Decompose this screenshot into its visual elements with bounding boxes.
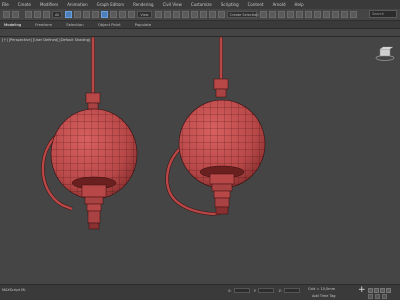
zoom-icon[interactable]	[368, 288, 373, 293]
ribbon-tab-modeling[interactable]: Modeling	[4, 21, 21, 29]
viewport-navigation-controls	[368, 288, 392, 293]
redo-icon[interactable]	[12, 11, 19, 18]
menu-item-rendering[interactable]: Rendering	[133, 0, 153, 9]
main-toolbar: All View Create Selection Set Search	[0, 9, 400, 21]
named-selection-set-dropdown[interactable]: Create Selection Set	[226, 11, 265, 18]
select-rotate-icon[interactable]	[110, 11, 118, 18]
select-by-name-icon[interactable]	[74, 11, 82, 18]
menu-item-graph-editors[interactable]: Graph Editors	[97, 0, 124, 9]
edit-named-selection-icon[interactable]	[217, 11, 225, 18]
select-place-icon[interactable]	[128, 11, 136, 18]
add-time-tag-button[interactable]: Add Time Tag	[312, 294, 336, 298]
ribbon-tab-populate[interactable]: Populate	[135, 21, 152, 29]
link-icon[interactable]	[25, 11, 32, 18]
window-crossing-icon[interactable]	[92, 11, 100, 18]
y-coordinate-field[interactable]	[258, 288, 275, 293]
percent-snap-icon[interactable]	[199, 11, 207, 18]
ribbon-tab-freeform[interactable]: Freeform	[35, 21, 52, 29]
menu-item-scripting[interactable]: Scripting	[221, 0, 239, 9]
go-to-start-icon[interactable]	[368, 294, 373, 299]
menu-item-civil-view[interactable]: Civil View	[163, 0, 182, 9]
angle-snap-icon[interactable]	[190, 11, 198, 18]
search-input[interactable]: Search	[369, 10, 397, 18]
pan-icon[interactable]	[386, 288, 391, 293]
keyboard-shortcut-override-icon[interactable]	[172, 11, 180, 18]
z-coordinate-field[interactable]	[284, 288, 301, 293]
status-bar: MAXScript Mi. X: Y: Z: Grid = 10,0mm Add…	[0, 284, 400, 300]
pivot-center-icon[interactable]	[154, 11, 162, 18]
lamp-model-left[interactable]	[41, 37, 138, 230]
x-label: X:	[228, 288, 232, 293]
material-editor-icon[interactable]	[322, 11, 330, 18]
viewcube-icon[interactable]	[375, 46, 395, 61]
align-icon[interactable]	[268, 11, 276, 18]
select-move-icon[interactable]	[101, 11, 109, 18]
menu-item-arnold[interactable]: Arnold	[273, 0, 286, 9]
reference-coordinate-dropdown[interactable]: View	[137, 11, 152, 18]
render-production-icon[interactable]	[349, 11, 357, 18]
lamp-model-right[interactable]	[165, 37, 266, 216]
maxscript-listener[interactable]: MAXScript Mi.	[2, 288, 26, 292]
menu-item-modifiers[interactable]: Modifiers	[40, 0, 58, 9]
undo-icon[interactable]	[3, 11, 10, 18]
render-setup-icon[interactable]	[331, 11, 339, 18]
scene-render	[41, 37, 395, 230]
play-icon[interactable]	[375, 294, 380, 299]
ribbon-tabs: Modeling Freeform Selection Object Paint Pop…	[0, 21, 400, 29]
add-plus-icon[interactable]: +	[358, 286, 366, 295]
layer-explorer-icon[interactable]	[286, 11, 294, 18]
rendered-frame-window-icon[interactable]	[340, 11, 348, 18]
menu-item-customize[interactable]: Customize	[191, 0, 212, 9]
ribbon-tab-selection[interactable]: Selection	[66, 21, 84, 29]
select-object-icon[interactable]	[65, 11, 73, 18]
orbit-icon[interactable]	[380, 288, 385, 293]
menu-item-animation[interactable]: Animation	[67, 0, 87, 9]
menu-item-file[interactable]: File	[2, 0, 9, 9]
3ds-max-window: File Create Modifiers Animation Graph Editor…	[0, 0, 400, 300]
menu-item-help[interactable]: Help	[295, 0, 304, 9]
bind-space-warp-icon[interactable]	[43, 11, 50, 18]
go-to-end-icon[interactable]	[382, 294, 387, 299]
menu-bar: File Create Modifiers Animation Graph Editor…	[0, 0, 400, 9]
schematic-view-icon[interactable]	[313, 11, 321, 18]
coordinate-display: X: Y: Z:	[228, 288, 304, 293]
y-label: Y:	[253, 288, 257, 293]
perspective-viewport[interactable]: [+] [Perspective] [User Defined] [Defaul…	[0, 36, 400, 284]
ribbon-toggle-icon[interactable]	[295, 11, 303, 18]
rectangular-selection-icon[interactable]	[83, 11, 91, 18]
x-coordinate-field[interactable]	[233, 288, 250, 293]
snaps-toggle-icon[interactable]	[181, 11, 189, 18]
z-label: Z:	[278, 288, 283, 293]
select-manipulate-icon[interactable]	[163, 11, 171, 18]
select-scale-icon[interactable]	[119, 11, 127, 18]
selection-filter-dropdown[interactable]: All	[52, 11, 63, 18]
zoom-all-icon[interactable]	[374, 288, 379, 293]
unlink-icon[interactable]	[34, 11, 41, 18]
grid-size-text: Grid = 10,0mm	[308, 287, 336, 291]
scene-explorer-icon[interactable]	[277, 11, 285, 18]
ribbon-tab-object-paint[interactable]: Object Paint	[98, 21, 121, 29]
curve-editor-icon[interactable]	[304, 11, 312, 18]
mirror-icon[interactable]	[259, 11, 267, 18]
menu-item-create[interactable]: Create	[18, 0, 31, 9]
menu-item-content[interactable]: Content	[248, 0, 264, 9]
spinner-snap-icon[interactable]	[208, 11, 216, 18]
